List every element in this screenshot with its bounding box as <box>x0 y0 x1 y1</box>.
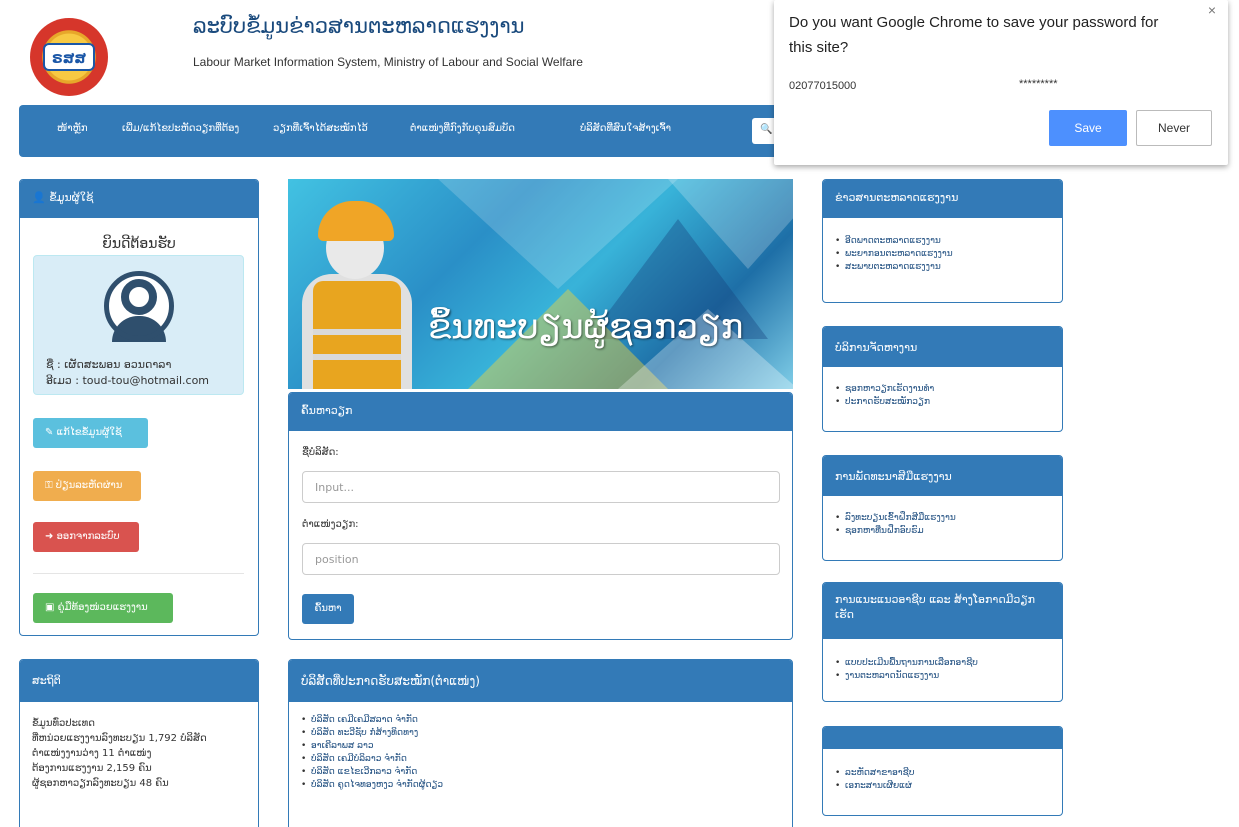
never-button[interactable]: Never <box>1136 110 1212 146</box>
employment-service-panel: ບໍລິການຈັດຫາງານ ຊອກຫາວຽກເຮັດງານທຳ ປະກາດຮ… <box>822 326 1063 432</box>
profile-email: ອີເມວ : toud-tou@hotmail.com <box>46 374 210 387</box>
stats-line: ຂໍ້ມູນທົ່ວປະເທດ <box>32 718 95 729</box>
welcome-text: ຍິນດີຕ້ອນຮັບ <box>102 236 176 252</box>
labour-market-info-panel: ຂ່າວສານຕະຫລາດແຮງງານ ອີດພາດຕະຫລາດແຮງງານ ພ… <box>822 179 1063 303</box>
save-password-question: Do you want Google Chrome to save your p… <box>789 14 1159 56</box>
position-label: ຕຳແໜ່ງວຽກ: <box>302 519 359 530</box>
position-input[interactable]: position <box>302 543 780 575</box>
site-title-en: Labour Market Information System, Minist… <box>193 55 583 69</box>
edit-profile-button[interactable]: ✎ ແກ້ໄຂຂໍ້ມູນຜູ້ໃຊ້ <box>33 418 148 448</box>
right-panel-title <box>823 727 1062 749</box>
guidance-link[interactable]: ແບບປະເມີນພື້ນຖານການເລືອກອາຊີບ <box>835 657 1050 670</box>
job-search-title: ຄົ້ນຫາວຽກ <box>289 393 792 431</box>
save-password-popup: Do you want Google Chrome to save your p… <box>774 0 1228 165</box>
skills-development-panel: ການພັດທະນາສີມືແຮງງານ ລົງທະບຽນເຂົ້າຝຶກສີມ… <box>822 455 1063 561</box>
book-icon: ▣ <box>45 602 58 613</box>
main-navbar: ໜ້າຫຼັກ ເພີ່ມ/ແກ້ໄຂປະຫັດວຽກທີ່ຕ້ອງ ວຽກທີ… <box>19 105 812 157</box>
right-panel-title: ການພັດທະນາສີມືແຮງງານ <box>823 456 1062 496</box>
user-panel-header: 👤 ຂໍ້ມູນຜູ້ໃຊ້ <box>20 180 258 218</box>
change-password-button[interactable]: ⚿ ປ່ຽນລະຫັດຜ່ານ <box>33 471 141 501</box>
pencil-icon: ✎ <box>45 427 57 438</box>
stats-panel-header: ສະຖິຕິ <box>20 660 258 702</box>
service-link[interactable]: ປະກາດຮັບສະໝັກວຽກ <box>835 396 1050 409</box>
logout-button[interactable]: ➜ ອອກຈາກລະບົບ <box>33 522 139 552</box>
company-link[interactable]: ບໍລິສັດ ແຂໄຂເວີກລາວ ຈຳກັດ <box>301 766 780 779</box>
register-banner[interactable]: ຂຶ້ນທະບຽນຜູ້ຊອກວຽກ <box>288 179 793 389</box>
close-icon[interactable]: × <box>1208 2 1216 18</box>
right-panel-title: ຂ່າວສານຕະຫລາດແຮງງານ <box>823 180 1062 218</box>
user-icon: 👤 <box>32 191 46 204</box>
skills-link[interactable]: ລົງທະບຽນເຂົ້າຝຶກສີມືແຮງງານ <box>835 512 1050 525</box>
companies-panel: ບໍລິສັດທີ່ປະກາດຮັບສະໝັກ(ຕຳແໜ່ງ) ບໍລິສັດ … <box>288 659 793 827</box>
guidance-link[interactable]: ງານຕະຫລາດນັດແຮງງານ <box>835 670 1050 683</box>
profile-name: ຊື່ : ເຜັດສະພອນ ອວນດາລາ <box>46 358 172 371</box>
edit-profile-label: ແກ້ໄຂຂໍ້ມູນຜູ້ໃຊ້ <box>56 427 122 438</box>
stats-panel: ສະຖິຕິ ຂໍ້ມູນທົ່ວປະເທດ ທີ່ຫນ່ວຍແຮງງານລົງ… <box>19 659 259 827</box>
right-panel-title: ບໍລິການຈັດຫາງານ <box>823 327 1062 367</box>
manual-button[interactable]: ▣ ຄູ່ມືທ້ອງໜ່ວຍແຮງງານ <box>33 593 173 623</box>
logout-label: ອອກຈາກລະບົບ <box>56 531 120 542</box>
nav-item-interested-companies[interactable]: ບໍລິສັດທີ່ສົນໃຈສ້າງເຈົ້າ <box>580 123 671 134</box>
company-link[interactable]: ອາເຄີລາພສ ລາວ <box>301 740 780 753</box>
saved-password[interactable]: ********* <box>1019 78 1058 90</box>
info-link[interactable]: ອີດພາດຕະຫລາດແຮງງານ <box>835 235 1050 248</box>
career-guidance-panel: ການແນະແນວອາຊີບ ແລະ ສ້າງໂອກາດມີວຽກເຮັດ ແບ… <box>822 582 1063 702</box>
banner-text: ຂຶ້ນທະບຽນຜູ້ຊອກວຽກ <box>428 307 744 347</box>
nav-item-matching-positions[interactable]: ຕຳແໜ່ງທີ່ກົງກັບຄຸນສົມບັດ <box>410 123 515 134</box>
job-search-panel: ຄົ້ນຫາວຽກ ຊື່ບໍລິສັດ: Input... ຕຳແໜ່ງວຽກ… <box>288 392 793 640</box>
logo-text: ຣສສ <box>43 43 95 71</box>
change-password-label: ປ່ຽນລະຫັດຜ່ານ <box>55 480 123 491</box>
info-link[interactable]: ສະພາບຕະຫລາດແຮງງານ <box>835 261 1050 274</box>
search-button[interactable]: ຄົ້ນຫາ <box>302 594 354 624</box>
avatar-icon <box>104 271 174 342</box>
documents-panel: ລະຫັດສາຂາອາຊີບ ເອກະສານເຜີຍແຜ່ <box>822 726 1063 816</box>
service-link[interactable]: ຊອກຫາວຽກເຮັດງານທຳ <box>835 383 1050 396</box>
ministry-logo[interactable]: ຣສສ <box>30 18 108 96</box>
manual-label: ຄູ່ມືທ້ອງໜ່ວຍແຮງງານ <box>57 602 148 613</box>
stats-line: ຕ້ອງການແຮງງານ 2,159 ຄົນ <box>32 763 152 774</box>
user-info-panel: 👤 ຂໍ້ມູນຜູ້ໃຊ້ ຍິນດີຕ້ອນຮັບ ຊື່ : ເຜັດສະ… <box>19 179 259 636</box>
nav-item-edit-profile[interactable]: ເພີ່ມ/ແກ້ໄຂປະຫັດວຽກທີ່ຕ້ອງ <box>122 123 239 134</box>
stats-line: ຕຳແໜ່ງງານວ່າງ 11 ຕຳແໜ່ງ <box>32 748 152 759</box>
document-link[interactable]: ເອກະສານເຜີຍແຜ່ <box>835 780 1050 793</box>
panel-divider <box>33 573 244 574</box>
site-title-lao: ລະບົບຂໍ້ມູນຂ່າວສານຕະຫລາດແຮງງານ <box>193 14 525 38</box>
right-panel-title: ການແນະແນວອາຊີບ ແລະ ສ້າງໂອກາດມີວຽກເຮັດ <box>823 583 1062 639</box>
save-button[interactable]: Save <box>1049 110 1127 146</box>
skills-link[interactable]: ຊອກຫາທີ່ນຝຶກອົບຮົມ <box>835 525 1050 538</box>
company-link[interactable]: ບໍລິສັດ ທະວີຊັບ ກໍ່ສ້າງທິດທາງ <box>301 727 780 740</box>
company-link[interactable]: ບໍລິສັດ ເຄມີບໍລິລາວ ຈຳກັດ <box>301 753 780 766</box>
user-panel-title: ຂໍ້ມູນຜູ້ໃຊ້ <box>49 191 94 204</box>
companies-panel-title: ບໍລິສັດທີ່ປະກາດຮັບສະໝັກ(ຕຳແໜ່ງ) <box>289 660 792 702</box>
saved-username[interactable]: 02077015000 <box>789 80 856 92</box>
company-link[interactable]: ບໍລິສັດ ຄູດໄຈທອງຫງວ ຈຳກັດຜູ້ດຽວ <box>301 779 780 792</box>
nav-item-applied-jobs[interactable]: ວຽກທີ່ເຈົ້າໄດ້ສະໝັກໄວ້ <box>273 123 368 134</box>
info-link[interactable]: ພະຍາກອນຕະຫລາດແຮງງານ <box>835 248 1050 261</box>
company-label: ຊື່ບໍລິສັດ: <box>302 447 339 458</box>
stats-line: ທີ່ຫນ່ວຍແຮງງານລົງທະບຽນ 1,792 ບໍລິສັດ <box>32 733 207 744</box>
key-icon: ⚿ <box>45 480 56 491</box>
signout-icon: ➜ <box>45 531 57 542</box>
nav-item-home[interactable]: ໜ້າຫຼັກ <box>57 123 88 134</box>
document-link[interactable]: ລະຫັດສາຂາອາຊີບ <box>835 767 1050 780</box>
company-input[interactable]: Input... <box>302 471 780 503</box>
search-icon: 🔍 <box>760 124 773 135</box>
company-link[interactable]: ບໍລິສັດ ເຄມີເຄມີສລາດ ຈຳກັດ <box>301 714 780 727</box>
profile-card: ຊື່ : ເຜັດສະພອນ ອວນດາລາ ອີເມວ : toud-tou… <box>33 255 244 395</box>
stats-line: ຜູ້ຊອກຫາວຽກລົງທະບຽນ 48 ຄົນ <box>32 778 169 789</box>
